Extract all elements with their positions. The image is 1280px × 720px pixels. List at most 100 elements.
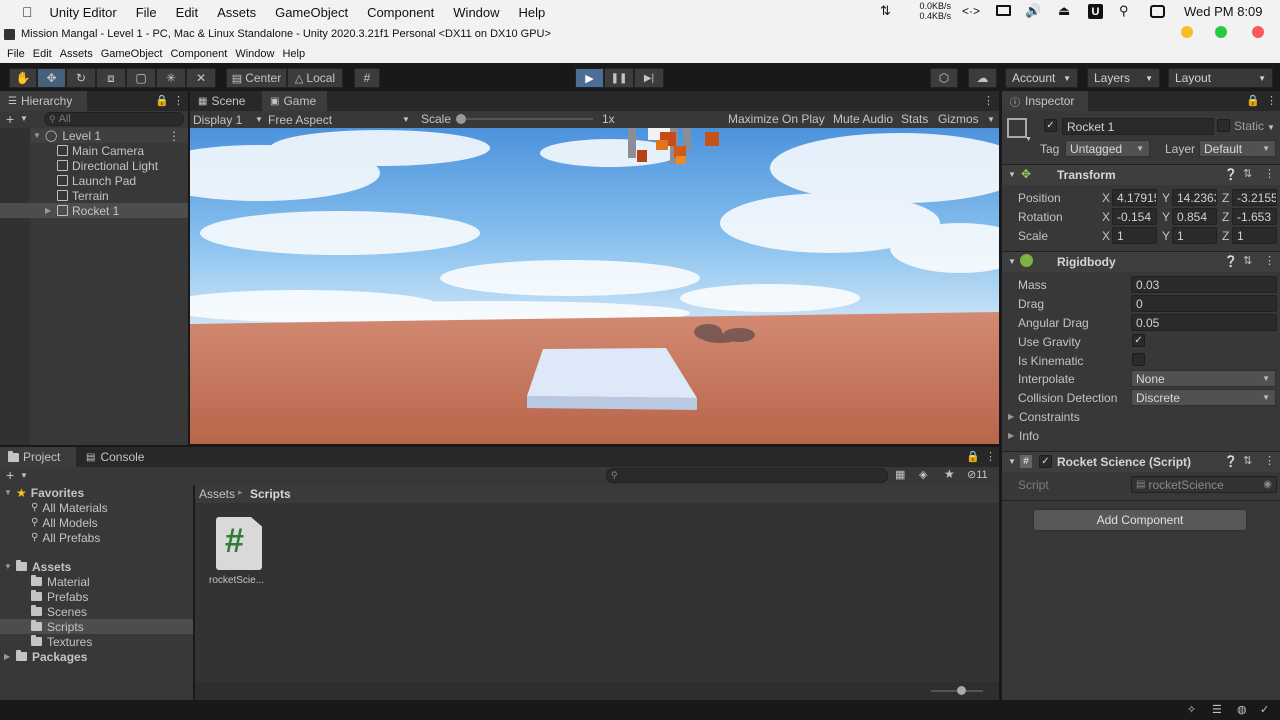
add-icon[interactable]: + <box>6 111 14 127</box>
stack-icon[interactable]: ☰ <box>1212 703 1222 716</box>
menu-window[interactable]: Window <box>235 48 274 60</box>
help-icon[interactable]: ❔ <box>1224 455 1238 468</box>
script-enabled-checkbox[interactable]: ✓ <box>1039 455 1052 468</box>
mac-menu-help[interactable]: Help <box>519 5 546 20</box>
app-menu[interactable]: Unity Editor <box>50 5 117 20</box>
object-name-field[interactable]: Rocket 1 <box>1062 118 1214 135</box>
label-icon[interactable]: ◈ <box>919 468 927 481</box>
hidden-packages-button[interactable]: ⊘11 <box>967 468 988 481</box>
chevron-down-icon[interactable]: ▼ <box>987 115 995 124</box>
cache-icon[interactable]: ◍ <box>1237 703 1247 716</box>
folder-material[interactable]: Material <box>31 574 90 589</box>
favorite-all-materials[interactable]: ⚲ All Materials <box>31 500 108 515</box>
check-icon[interactable]: ✓ <box>1260 703 1269 716</box>
collab-icon[interactable]: ⬡ <box>930 68 958 88</box>
hierarchy-item-directional-light[interactable]: Directional Light <box>57 158 158 173</box>
menubar-clock[interactable]: Wed PM 8:09 <box>1184 4 1263 19</box>
display-dropdown[interactable]: Display 1 ▼ <box>193 112 263 127</box>
scale-slider-thumb[interactable] <box>456 114 466 124</box>
folder-scenes[interactable]: Scenes <box>31 604 87 619</box>
chevron-down-icon[interactable]: ▼ <box>1008 257 1016 266</box>
filter-type-icon[interactable]: ▦ <box>895 468 905 481</box>
menu-gameobject[interactable]: GameObject <box>101 48 163 60</box>
chevron-down-icon[interactable]: ▼ <box>1025 136 1032 143</box>
kebab-menu-icon[interactable]: ⋮ <box>1264 254 1275 267</box>
interpolate-dropdown[interactable]: None ▼ <box>1131 370 1276 387</box>
project-search-input[interactable]: ⚲ <box>606 468 888 483</box>
chevron-down-icon[interactable]: ▼ <box>1008 457 1016 466</box>
account-dropdown[interactable]: Account ▼ <box>1005 68 1078 88</box>
code-icon[interactable]: <·> <box>962 4 980 18</box>
pivot-center-button[interactable]: ▤ Center <box>226 68 287 88</box>
asset-file-name[interactable]: rocketScie... <box>209 575 264 586</box>
favorite-all-models[interactable]: ⚲ All Models <box>31 515 98 530</box>
tab-inspector[interactable]: ⓘ Inspector <box>1002 91 1088 111</box>
position-x-field[interactable]: 4.17915 <box>1112 189 1157 206</box>
lock-icon[interactable]: 🔒 <box>155 94 169 107</box>
mute-audio-toggle[interactable]: Mute Audio <box>833 112 893 126</box>
chevron-down-icon[interactable]: ▼ <box>1267 123 1275 132</box>
script-object-field[interactable]: ▤ rocketScience ◉ <box>1131 476 1277 493</box>
hierarchy-item-launch-pad[interactable]: Launch Pad <box>57 173 136 188</box>
tab-scene[interactable]: ▦ Scene <box>190 91 262 111</box>
kebab-menu-icon[interactable]: ⋮ <box>985 450 996 463</box>
unity-hub-icon[interactable]: U <box>1088 4 1103 19</box>
stats-toggle[interactable]: Stats <box>901 112 928 126</box>
folder-textures[interactable]: Textures <box>31 634 92 649</box>
angular-drag-field[interactable]: 0.05 <box>1131 314 1277 331</box>
custom-tool-icon[interactable]: ✕ <box>186 68 216 88</box>
transform-tool-icon[interactable]: ✳ <box>156 68 186 88</box>
grid-snap-icon[interactable]: # <box>354 68 380 88</box>
chevron-down-icon[interactable]: ▼ <box>1008 170 1016 179</box>
tab-hierarchy[interactable]: ☰ Hierarchy <box>0 91 87 111</box>
scroll-arrows-icon[interactable]: ⇅ <box>880 3 891 19</box>
expand-arrow-icon[interactable]: ▼ <box>4 562 16 571</box>
layout-dropdown[interactable]: Layout ▼ <box>1168 68 1273 88</box>
rect-tool-icon[interactable]: ▢ <box>126 68 156 88</box>
assets-root-row[interactable]: ▼ Assets <box>4 559 71 574</box>
mac-menu-file[interactable]: File <box>136 5 157 20</box>
preset-icon[interactable]: ⇅ <box>1243 454 1252 467</box>
kebab-menu-icon[interactable]: ⋮ <box>983 94 994 107</box>
volume-icon[interactable]: 🔊 <box>1025 3 1041 19</box>
maximize-button[interactable] <box>1215 26 1227 38</box>
step-button[interactable]: ▶| <box>634 68 664 88</box>
hierarchy-item-main-camera[interactable]: Main Camera <box>57 143 144 158</box>
game-viewport[interactable] <box>190 128 999 444</box>
mass-field[interactable]: 0.03 <box>1131 276 1277 293</box>
breadcrumb-assets[interactable]: Assets <box>199 487 235 501</box>
expand-arrow-icon[interactable]: ▶ <box>4 652 16 661</box>
expand-arrow-icon[interactable]: ▼ <box>4 488 16 497</box>
rotate-tool-icon[interactable]: ↻ <box>66 68 96 88</box>
script-header[interactable]: ▼ # ✓ Rocket Science (Script) ❔ ⇅ ⋮ <box>1002 451 1280 472</box>
scale-slider-track[interactable] <box>461 118 593 120</box>
layers-dropdown[interactable]: Layers ▼ <box>1087 68 1160 88</box>
spotlight-search-icon[interactable]: ⚲ <box>1119 3 1129 19</box>
rotation-y-field[interactable]: 0.854 <box>1172 208 1217 225</box>
constraints-foldout[interactable]: ▶ Constraints <box>1008 409 1080 424</box>
lock-icon[interactable]: 🔒 <box>966 450 980 463</box>
chevron-down-icon[interactable]: ▼ <box>20 471 28 480</box>
preset-icon[interactable]: ⇅ <box>1243 254 1252 267</box>
mac-menu-edit[interactable]: Edit <box>176 5 198 20</box>
static-checkbox[interactable] <box>1217 119 1230 132</box>
chevron-down-icon[interactable]: ▼ <box>20 114 28 123</box>
mac-menu-gameobject[interactable]: GameObject <box>275 5 348 20</box>
position-y-field[interactable]: 14.2363 <box>1172 189 1217 206</box>
play-button[interactable]: ▶ <box>575 68 604 88</box>
breadcrumb-scripts[interactable]: Scripts <box>250 487 291 501</box>
maximize-on-play-toggle[interactable]: Maximize On Play <box>728 112 825 126</box>
lock-icon[interactable]: 🔒 <box>1246 94 1260 107</box>
menu-component[interactable]: Component <box>170 48 227 60</box>
scale-y-field[interactable]: 1 <box>1172 227 1217 244</box>
use-gravity-checkbox[interactable]: ✓ <box>1132 334 1145 347</box>
apple-icon[interactable]:  <box>22 4 33 20</box>
scale-tool-icon[interactable]: ⧈ <box>96 68 126 88</box>
display-icon[interactable] <box>996 5 1011 16</box>
rotation-z-field[interactable]: -1.653 <box>1232 208 1277 225</box>
tab-project[interactable]: Project <box>0 447 76 467</box>
position-z-field[interactable]: -3.2155 <box>1232 189 1277 206</box>
kebab-menu-icon[interactable]: ⋮ <box>168 129 180 143</box>
aspect-dropdown[interactable]: Free Aspect ▼ <box>268 112 413 127</box>
favorite-all-prefabs[interactable]: ⚲ All Prefabs <box>31 530 100 545</box>
